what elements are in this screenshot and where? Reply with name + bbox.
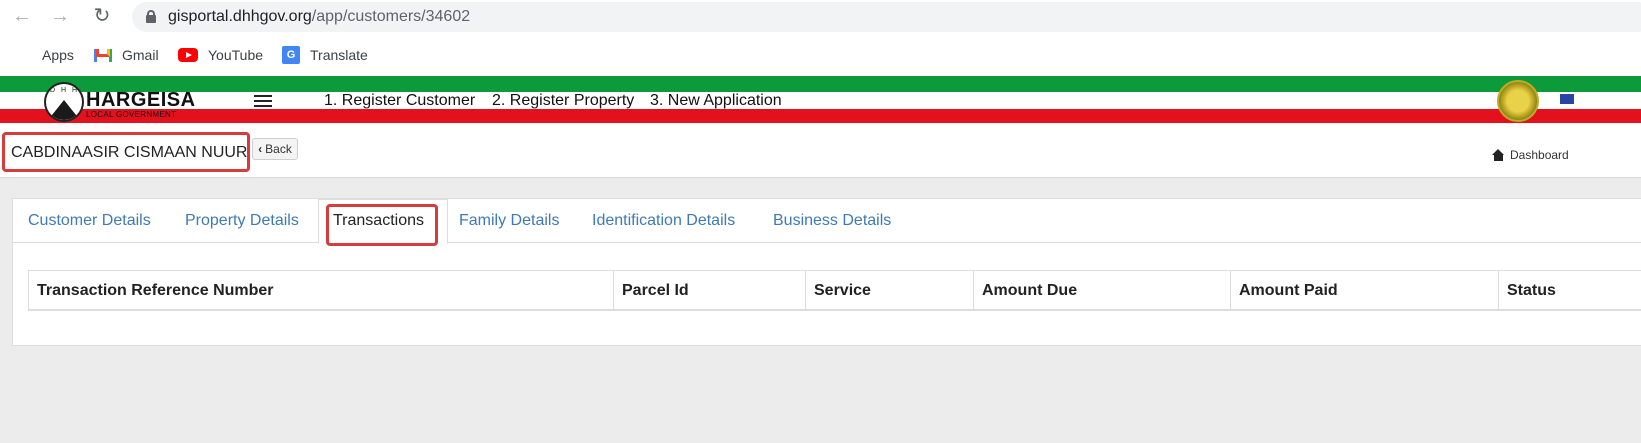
tab-transactions[interactable]: Transactions: [333, 212, 424, 230]
customer-name-highlight: CABDINAASIR CISMAAN NUUR: [2, 132, 250, 172]
column-header-status[interactable]: Status: [1499, 271, 1641, 310]
home-icon: [1492, 149, 1505, 161]
bookmark-label: YouTube: [208, 47, 264, 63]
bookmark-label: Apps: [42, 47, 74, 63]
back-button[interactable]: ‹ Back: [252, 138, 298, 160]
column-header-transaction-reference[interactable]: Transaction Reference Number: [29, 271, 614, 310]
header-stripe-red: [0, 109, 1641, 123]
browser-toolbar: ← → ↻ gisportal.dhhgov.org/app/customers…: [0, 0, 1641, 34]
url-host: gisportal.dhhgov.org: [168, 8, 312, 25]
tab-property-details[interactable]: Property Details: [185, 212, 299, 230]
app-header: D H H HARGEISA LOCAL GOVERNMENT 1. Regis…: [0, 76, 1641, 126]
url-path: /app/customers/34602: [311, 8, 471, 25]
chevron-left-icon: ‹: [258, 142, 263, 156]
reload-icon[interactable]: ↻: [90, 4, 114, 28]
column-header-amount-paid[interactable]: Amount Paid: [1231, 271, 1499, 310]
government-emblem-icon: [1497, 80, 1539, 122]
column-header-service[interactable]: Service: [806, 271, 974, 310]
back-label: Back: [265, 142, 292, 156]
brand-name[interactable]: HARGEISA: [86, 90, 196, 110]
tab-family-details[interactable]: Family Details: [459, 212, 559, 230]
bookmark-youtube[interactable]: YouTube: [178, 45, 263, 65]
youtube-icon: [178, 48, 198, 62]
tab-identification-details[interactable]: Identification Details: [592, 212, 735, 230]
logo-letters: D H H: [50, 87, 80, 94]
translate-icon: G: [282, 46, 300, 64]
url-text[interactable]: gisportal.dhhgov.org/app/customers/34602: [168, 8, 470, 26]
tab-business-details[interactable]: Business Details: [773, 212, 891, 230]
menu-register-property[interactable]: 2. Register Property: [492, 92, 634, 110]
tab-customer-details[interactable]: Customer Details: [28, 212, 151, 230]
address-bar[interactable]: gisportal.dhhgov.org/app/customers/34602: [132, 2, 1641, 32]
bookmark-translate[interactable]: G Translate: [282, 45, 368, 65]
header-stripe-green: [0, 76, 1641, 92]
apps-grid-icon: [16, 47, 32, 63]
customer-name: CABDINAASIR CISMAAN NUUR: [11, 144, 248, 161]
breadcrumb-label: Dashboard: [1510, 148, 1569, 162]
bookmark-apps[interactable]: Apps: [16, 45, 74, 65]
tab-bar: Customer Details Property Details Transa…: [13, 199, 1641, 246]
page-header: CABDINAASIR CISMAAN NUUR ‹ Back Dashboar…: [0, 126, 1641, 178]
lock-icon: [146, 10, 156, 23]
bookmark-label: Gmail: [122, 47, 159, 63]
customer-panel: Customer Details Property Details Transa…: [12, 198, 1641, 346]
forward-arrow-icon[interactable]: →: [48, 4, 72, 28]
brand-subtitle: LOCAL GOVERNMENT: [86, 110, 177, 119]
column-header-parcel-id[interactable]: Parcel Id: [614, 271, 806, 310]
breadcrumb-dashboard[interactable]: Dashboard: [1492, 148, 1569, 162]
menu-new-application[interactable]: 3. New Application: [650, 92, 782, 110]
gmail-icon: [94, 48, 112, 62]
logo-icon[interactable]: D H H: [44, 82, 84, 122]
bookmark-gmail[interactable]: Gmail: [94, 45, 159, 65]
back-arrow-icon[interactable]: ←: [10, 4, 34, 28]
column-header-amount-due[interactable]: Amount Due: [974, 271, 1231, 310]
bookmarks-bar: Apps Gmail YouTube G Translate: [0, 34, 1641, 76]
menu-register-customer[interactable]: 1. Register Customer: [324, 92, 475, 110]
bookmark-label: Translate: [310, 47, 368, 63]
menu-toggle-icon[interactable]: [254, 95, 272, 107]
language-flag-icon[interactable]: [1560, 94, 1574, 104]
transactions-table: Transaction Reference Number Parcel Id S…: [28, 270, 1641, 311]
